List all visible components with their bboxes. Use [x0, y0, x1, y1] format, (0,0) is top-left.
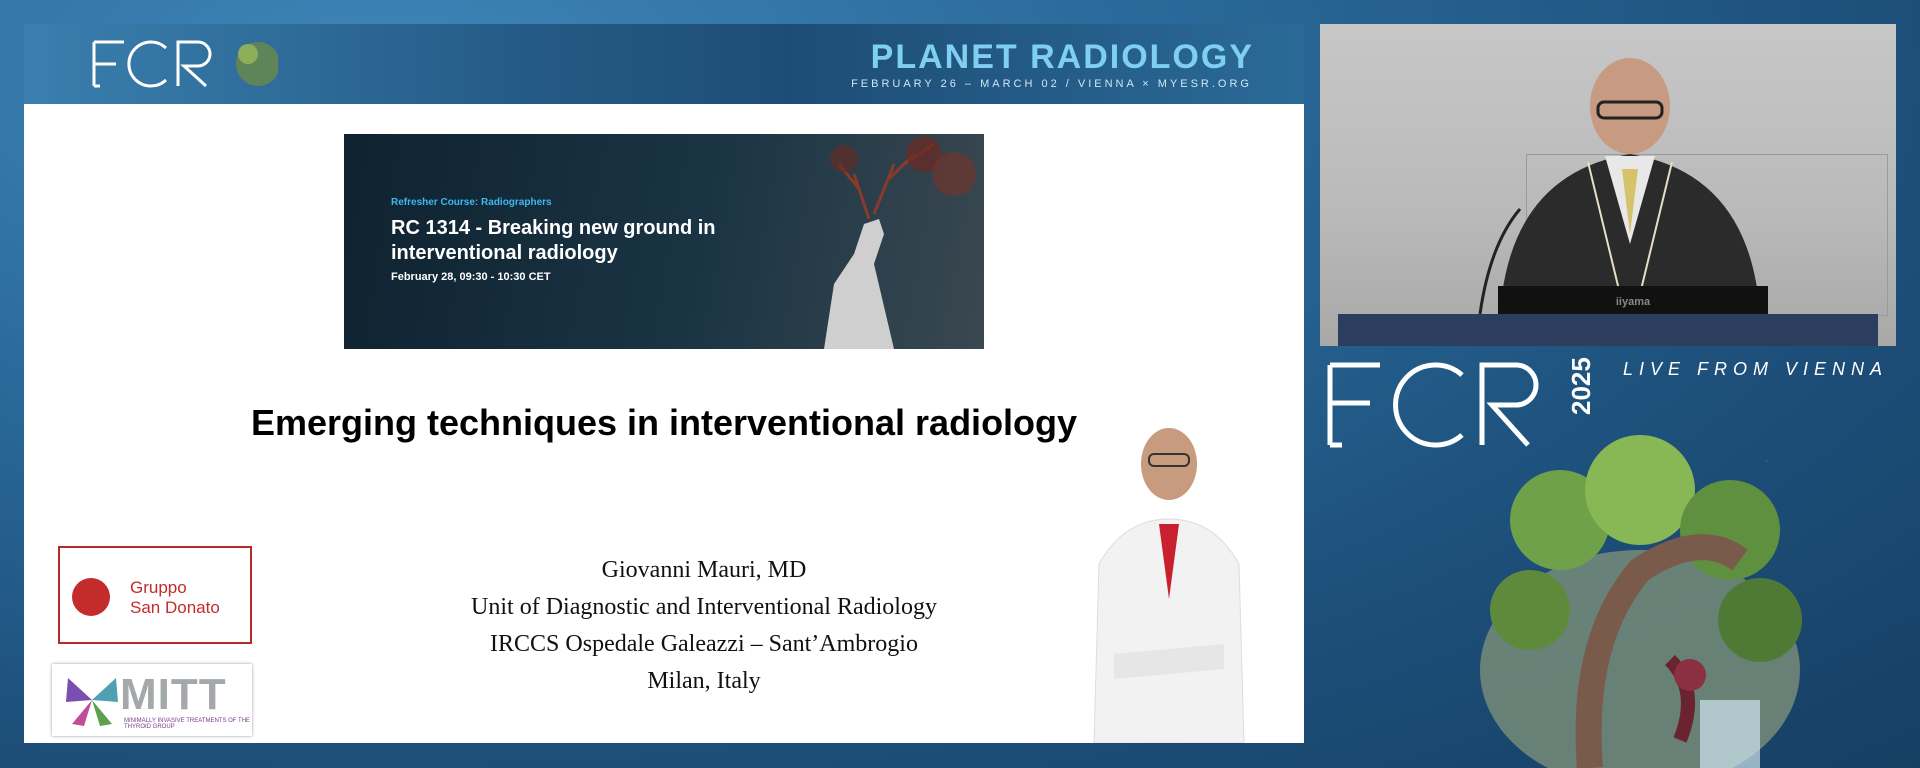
conference-title: PLANET RADIOLOGY	[870, 38, 1254, 76]
tree-globe-illustration	[1480, 435, 1802, 768]
author-location: Milan, Italy	[647, 668, 761, 694]
deer-illustration	[824, 136, 976, 349]
monitor-brand: iiyama	[1615, 296, 1651, 308]
author-institution: IRCCS Ospedale Galeazzi – Sant’Ambrogio	[490, 631, 918, 657]
speaker-camera-feed: iiyama	[1320, 24, 1896, 346]
mitt-subtitle: MINIMALLY INVASIVE TREATMENTS OF THE THY…	[124, 718, 251, 730]
course-banner: Refresher Course: Radiographers RC 1314 …	[344, 134, 984, 349]
lectern-monitor: iiyama	[1498, 286, 1768, 316]
gruppo-san-donato-logo: Gruppo San Donato	[58, 546, 252, 644]
live-from-vienna: LIVE FROM VIENNA	[1623, 359, 1889, 379]
lectern	[1338, 314, 1878, 346]
presentation-slide: PLANET RADIOLOGY FEBRUARY 26 – MARCH 02 …	[24, 24, 1304, 743]
course-title: RC 1314 - Breaking new ground in interve…	[391, 217, 716, 264]
gsd-logo-text: Gruppo San Donato	[130, 578, 220, 618]
ecr-logo	[92, 40, 278, 88]
gsd-line1: Gruppo	[130, 578, 187, 597]
mitt-text: MITT	[120, 670, 227, 719]
conference-subtitle: FEBRUARY 26 – MARCH 02 / VIENNA × MYESR.…	[851, 78, 1252, 90]
slide-header: PLANET RADIOLOGY FEBRUARY 26 – MARCH 02 …	[24, 24, 1304, 104]
mitt-logo: MITT MINIMALLY INVASIVE TREATMENTS OF TH…	[52, 664, 252, 736]
author-unit: Unit of Diagnostic and Interventional Ra…	[471, 594, 937, 620]
gsd-emblem-icon	[72, 578, 110, 616]
course-kicker: Refresher Course: Radiographers	[391, 197, 552, 208]
ecr-year: 2025	[1566, 357, 1596, 415]
butterfly-icon	[66, 678, 118, 726]
author-block: Giovanni Mauri, MD Unit of Diagnostic an…	[354, 552, 1054, 700]
speaker-portrait	[1093, 428, 1245, 743]
course-date: February 28, 09:30 - 10:30 CET	[391, 271, 551, 283]
gsd-line2: San Donato	[130, 598, 220, 617]
author-name: Giovanni Mauri, MD	[601, 557, 807, 583]
